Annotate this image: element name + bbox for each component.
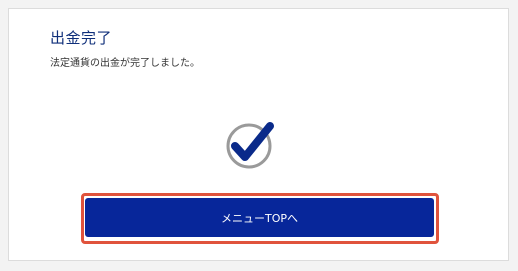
page-title: 出金完了 (50, 29, 113, 47)
completion-message: 法定通貨の出金が完了しました。 (50, 58, 200, 69)
menu-top-button-label: メニューTOPへ (220, 211, 298, 225)
check-circle-icon (221, 112, 285, 176)
menu-top-button[interactable]: メニューTOPへ (85, 198, 434, 237)
completion-panel: 出金完了 法定通貨の出金が完了しました。 メニューTOPへ (8, 8, 509, 261)
